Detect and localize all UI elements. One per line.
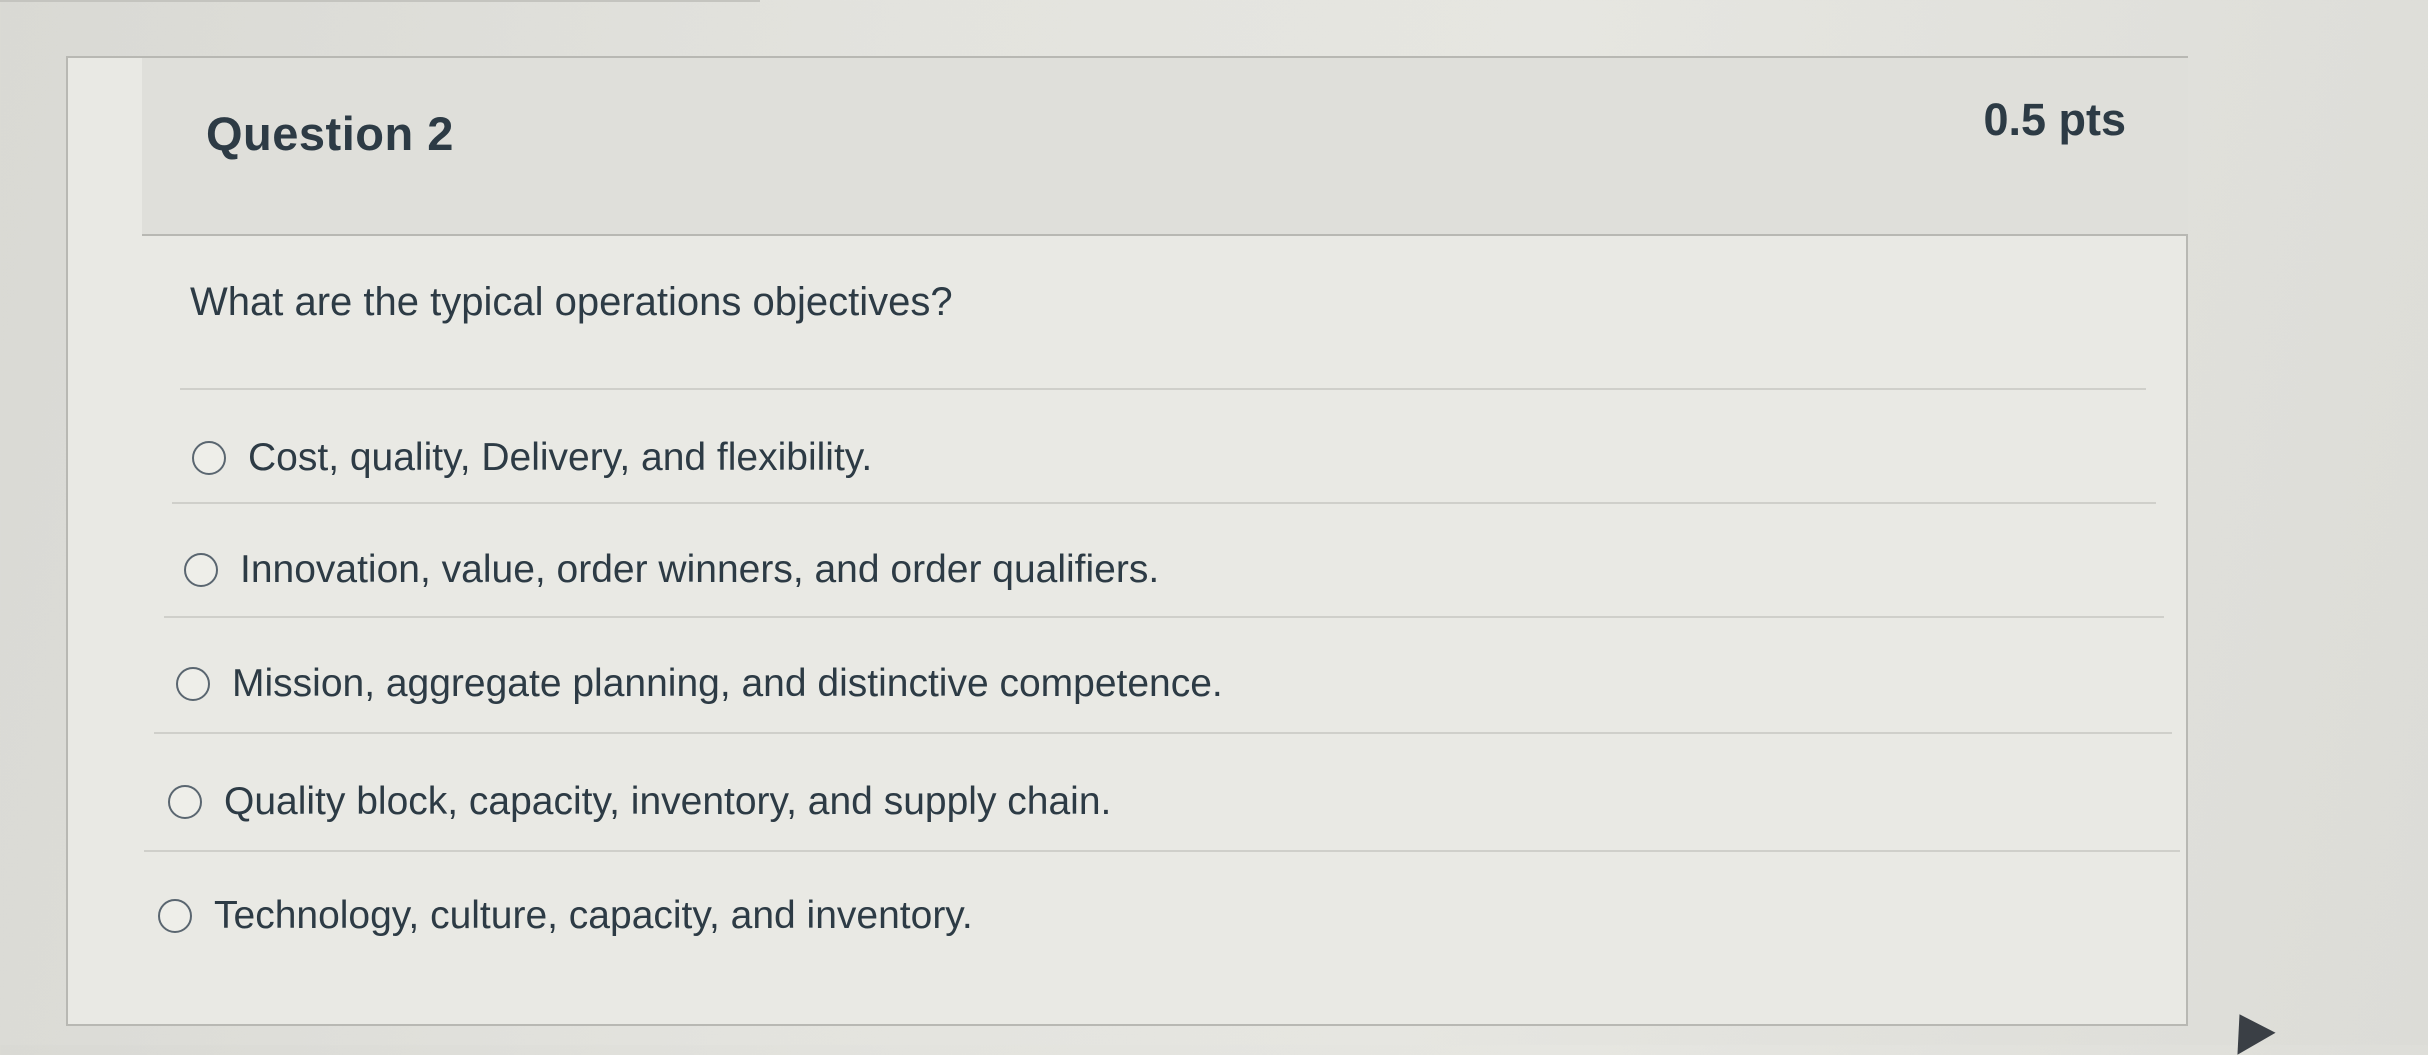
- answer-label: Technology, culture, capacity, and inven…: [214, 894, 973, 937]
- radio-button-icon[interactable]: [168, 785, 202, 819]
- radio-button-icon[interactable]: [192, 441, 226, 475]
- radio-button-icon[interactable]: [158, 899, 192, 933]
- answer-option-1[interactable]: Cost, quality, Delivery, and flexibility…: [192, 436, 872, 480]
- answer-option-2[interactable]: Innovation, value, order winners, and or…: [184, 548, 1159, 592]
- question-text: What are the typical operations objectiv…: [190, 280, 953, 324]
- radio-button-icon[interactable]: [176, 667, 210, 701]
- answer-label: Quality block, capacity, inventory, and …: [224, 780, 1112, 823]
- divider: [164, 616, 2164, 618]
- question-points: 0.5 pts: [1983, 94, 2126, 145]
- divider: [154, 732, 2172, 734]
- answer-label: Cost, quality, Delivery, and flexibility…: [248, 436, 873, 479]
- divider: [144, 850, 2180, 852]
- page-top-divider: [0, 0, 760, 2]
- answer-option-4[interactable]: Quality block, capacity, inventory, and …: [168, 780, 1111, 824]
- question-header: Question 2 0.5 pts: [142, 58, 2188, 236]
- mouse-cursor-icon: [2220, 1003, 2276, 1055]
- answer-option-3[interactable]: Mission, aggregate planning, and distinc…: [176, 662, 1223, 706]
- answer-option-5[interactable]: Technology, culture, capacity, and inven…: [158, 894, 973, 938]
- answer-label: Innovation, value, order winners, and or…: [240, 548, 1160, 591]
- radio-button-icon[interactable]: [184, 553, 218, 587]
- question-card: Question 2 0.5 pts What are the typical …: [66, 56, 2188, 1026]
- question-title: Question 2: [206, 107, 454, 160]
- divider: [172, 502, 2156, 504]
- answer-label: Mission, aggregate planning, and distinc…: [232, 662, 1223, 705]
- divider: [180, 388, 2146, 390]
